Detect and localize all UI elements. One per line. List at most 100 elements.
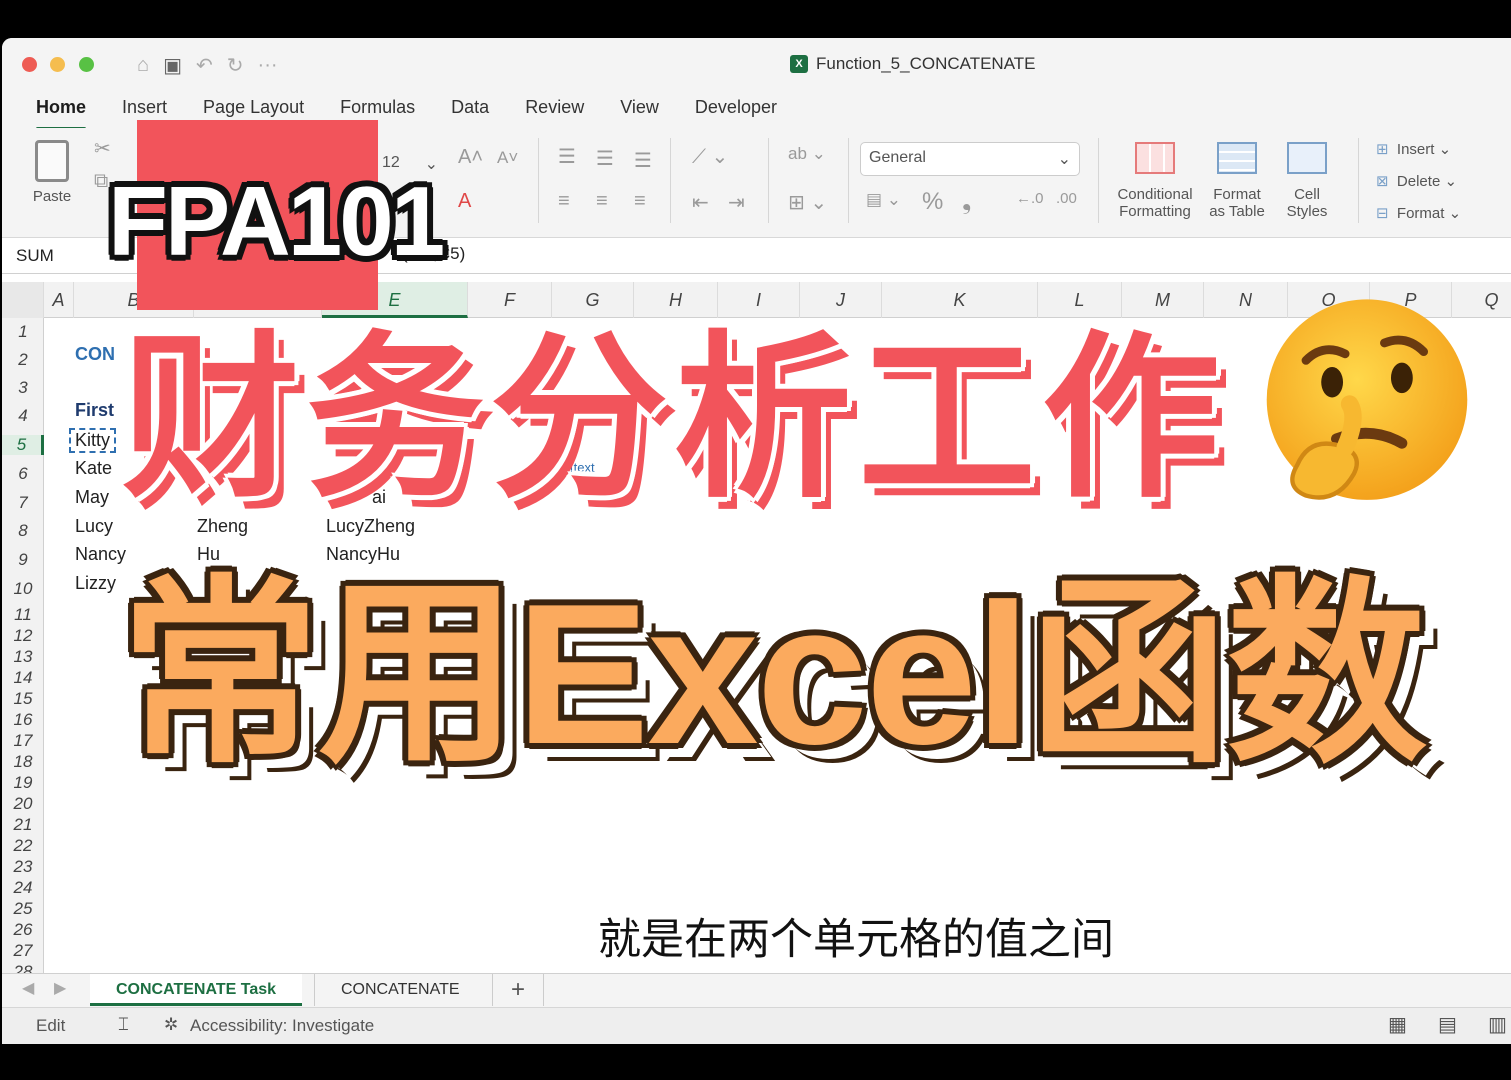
close-window-button[interactable] [22, 57, 37, 72]
add-sheet-button[interactable]: + [492, 974, 545, 1006]
column-header-i[interactable]: I [718, 282, 800, 318]
cell-c9[interactable]: Hu [197, 544, 220, 565]
tab-home[interactable]: Home [18, 92, 104, 130]
cell-b6[interactable]: Kate [75, 458, 112, 479]
insert-cells-button[interactable]: ⊞ Insert ⌄ [1376, 140, 1451, 158]
row-header-24[interactable]: 24 [2, 878, 44, 898]
cell-b2[interactable]: CON [75, 344, 115, 365]
align-center-icon[interactable]: ≡ [596, 190, 608, 213]
zoom-window-button[interactable] [79, 57, 94, 72]
column-header-m[interactable]: M [1122, 282, 1204, 318]
cell-e8[interactable]: LucyZheng [326, 516, 415, 537]
font-color-icon[interactable]: A [458, 190, 471, 213]
home-icon[interactable]: ⌂ [137, 54, 149, 77]
comma-style-icon[interactable]: ❟ [962, 188, 971, 216]
row-header-16[interactable]: 16 [2, 710, 44, 730]
row-header-15[interactable]: 15 [2, 689, 44, 709]
column-header-k[interactable]: K [882, 282, 1038, 318]
cell-b9[interactable]: Nancy [75, 544, 126, 565]
increase-indent-icon[interactable]: ⇥ [728, 190, 745, 215]
tab-data[interactable]: Data [433, 92, 507, 128]
align-bottom-icon[interactable]: ☰ [634, 148, 652, 173]
row-header-3[interactable]: 3 [2, 378, 44, 398]
conditional-formatting-button[interactable]: Conditional Formatting [1112, 142, 1198, 220]
cell-b10[interactable]: Lizzy [75, 573, 116, 594]
select-all-corner[interactable] [2, 282, 44, 318]
row-header-21[interactable]: 21 [2, 815, 44, 835]
align-left-icon[interactable]: ≡ [558, 190, 570, 213]
row-header-13[interactable]: 13 [2, 647, 44, 667]
page-layout-view-icon[interactable]: ▤ [1438, 1012, 1457, 1037]
tab-view[interactable]: View [602, 92, 677, 128]
column-header-g[interactable]: G [552, 282, 634, 318]
row-header-18[interactable]: 18 [2, 752, 44, 772]
delete-cells-button[interactable]: ⊠ Delete ⌄ [1376, 172, 1457, 190]
row-header-22[interactable]: 22 [2, 836, 44, 856]
row-header-10[interactable]: 10 [2, 579, 44, 599]
align-right-icon[interactable]: ≡ [634, 190, 646, 213]
increase-font-icon[interactable]: A˄ [458, 146, 483, 169]
row-header-23[interactable]: 23 [2, 857, 44, 877]
number-format-select[interactable]: General ⌄ [860, 142, 1080, 176]
row-header-27[interactable]: 27 [2, 941, 44, 961]
scroll-left-icon[interactable]: ◀ [22, 978, 34, 998]
row-header-6[interactable]: 6 [2, 464, 44, 484]
row-header-14[interactable]: 14 [2, 668, 44, 688]
accessibility-status[interactable]: Accessibility: Investigate [190, 1016, 374, 1036]
row-header-26[interactable]: 26 [2, 920, 44, 940]
cell-b4[interactable]: First [75, 400, 114, 421]
increase-decimal-icon[interactable]: ←.0 [1016, 190, 1044, 207]
column-header-j[interactable]: J [800, 282, 882, 318]
redo-icon[interactable]: ↻ [227, 53, 244, 78]
page-break-view-icon[interactable]: ▥ [1488, 1012, 1507, 1037]
scroll-right-icon[interactable]: ▶ [54, 978, 66, 998]
normal-view-icon[interactable]: ▦ [1388, 1012, 1407, 1037]
row-header-5[interactable]: 5 [2, 435, 44, 455]
column-header-a[interactable]: A [44, 282, 74, 318]
format-as-table-button[interactable]: Format as Table [1204, 142, 1270, 220]
row-header-8[interactable]: 8 [2, 521, 44, 541]
row-header-9[interactable]: 9 [2, 550, 44, 570]
column-header-h[interactable]: H [634, 282, 718, 318]
more-icon[interactable]: ··· [258, 54, 278, 77]
save-icon[interactable]: ▣ [163, 53, 182, 78]
cell-c8[interactable]: Zheng [197, 516, 248, 537]
decrease-font-icon[interactable]: A˅ [497, 148, 518, 168]
row-header-1[interactable]: 1 [2, 322, 44, 342]
column-header-l[interactable]: L [1038, 282, 1122, 318]
merge-center-icon[interactable]: ⊞ ⌄ [788, 190, 827, 215]
cell-styles-button[interactable]: Cell Styles [1276, 142, 1338, 220]
row-header-17[interactable]: 17 [2, 731, 44, 751]
row-header-12[interactable]: 12 [2, 626, 44, 646]
sheet-tab-concatenate-task[interactable]: CONCATENATE Task [90, 974, 303, 1006]
cell-b8[interactable]: Lucy [75, 516, 113, 537]
decrease-indent-icon[interactable]: ⇤ [692, 190, 709, 215]
row-header-20[interactable]: 20 [2, 794, 44, 814]
row-header-25[interactable]: 25 [2, 899, 44, 919]
wrap-text-icon[interactable]: ab ⌄ [788, 144, 826, 164]
undo-icon[interactable]: ↶ [196, 53, 213, 78]
percent-icon[interactable]: % [922, 188, 943, 216]
format-cells-button[interactable]: ⊟ Format ⌄ [1376, 204, 1461, 222]
row-header-11[interactable]: 11 [2, 605, 44, 625]
row-header-19[interactable]: 19 [2, 773, 44, 793]
cut-icon[interactable]: ✂ [94, 136, 111, 161]
tab-developer[interactable]: Developer [677, 92, 795, 128]
row-header-7[interactable]: 7 [2, 493, 44, 513]
accounting-format-icon[interactable]: ▤ ⌄ [866, 190, 901, 210]
paste-button[interactable]: Paste [24, 140, 80, 205]
orientation-icon[interactable]: ⟋ ⌄ [692, 144, 728, 169]
row-header-4[interactable]: 4 [2, 406, 44, 426]
sheet-tab-concatenate[interactable]: CONCATENATE [314, 974, 486, 1006]
cell-b7[interactable]: May [75, 487, 109, 508]
align-top-icon[interactable]: ☰ [558, 144, 576, 169]
minimize-window-button[interactable] [50, 57, 65, 72]
cell-b5[interactable]: Kitty [69, 428, 117, 453]
macro-record-icon[interactable]: ⌶ [118, 1014, 129, 1035]
decrease-decimal-icon[interactable]: .00 [1056, 190, 1077, 207]
cell-e9[interactable]: NancyHu [326, 544, 400, 565]
row-header-2[interactable]: 2 [2, 350, 44, 370]
name-box[interactable]: SUM [6, 242, 106, 270]
align-middle-icon[interactable]: ☰ [596, 146, 614, 171]
copy-icon[interactable]: ⧉ [94, 170, 108, 193]
